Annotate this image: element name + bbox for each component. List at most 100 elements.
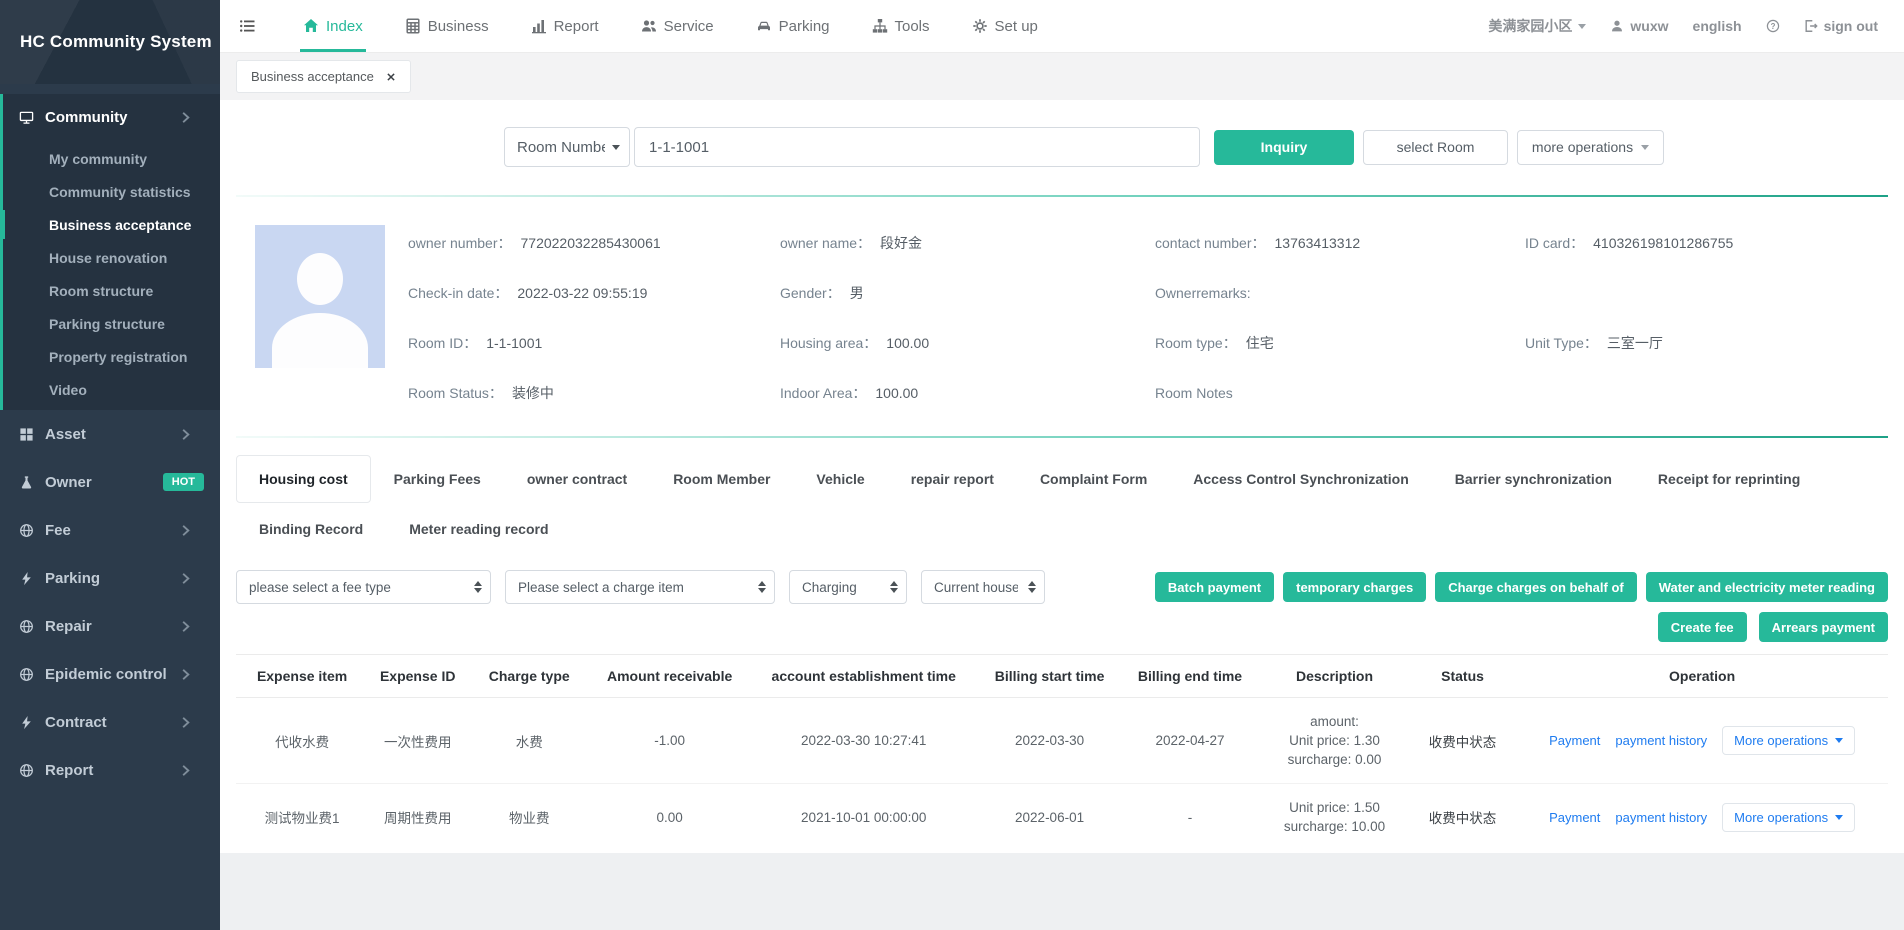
- sidebar-item-parking[interactable]: Parking: [0, 554, 220, 602]
- filter-select-please-select-a-fee-type[interactable]: please select a fee type: [236, 570, 491, 604]
- link-payment[interactable]: Payment: [1549, 733, 1600, 748]
- column-header-expense-id: Expense ID: [368, 655, 467, 698]
- field-label: contact number：: [1155, 235, 1266, 251]
- sidebar-item-label: Asset: [45, 426, 178, 443]
- operation-links: Payment payment history More operations: [1520, 726, 1884, 755]
- tab-complaint-form[interactable]: Complaint Form: [1017, 455, 1170, 503]
- home-icon: [303, 18, 319, 34]
- sidebar-item-house-renovation[interactable]: House renovation: [3, 241, 220, 274]
- top-nav-items: Index Business Report Service Parking Tools Se…: [300, 0, 1041, 52]
- sidebar-group-community: CommunityMy communityCommunity statistic…: [0, 94, 220, 410]
- sidebar-item-business-acceptance[interactable]: Business acceptance: [3, 208, 220, 241]
- filter-select-wrap: please select a fee type: [236, 570, 491, 604]
- owner-field-check-in-date: Check-in date：2022-03-22 09:55:19: [408, 283, 780, 303]
- tab-access-control-synchronization[interactable]: Access Control Synchronization: [1170, 455, 1431, 503]
- field-value: 100.00: [886, 335, 929, 351]
- owner-field-empty: [1525, 385, 1888, 401]
- select-room-button[interactable]: select Room: [1363, 130, 1508, 165]
- nav-item-tools[interactable]: Tools: [869, 0, 933, 52]
- tab-receipt-for-reprinting[interactable]: Receipt for reprinting: [1635, 455, 1823, 503]
- tab-vehicle[interactable]: Vehicle: [793, 455, 887, 503]
- sidebar-item-my-community[interactable]: My community: [3, 142, 220, 175]
- link-payment-history[interactable]: payment history: [1615, 810, 1707, 825]
- detail-tabs-row1: Housing costParking Feesowner contractRo…: [236, 455, 1888, 503]
- field-value: 装修中: [512, 385, 554, 401]
- sidebar-item-fee[interactable]: Fee: [0, 506, 220, 554]
- tab-owner-contract[interactable]: owner contract: [504, 455, 650, 503]
- signout-label: sign out: [1824, 18, 1878, 34]
- nav-item-service[interactable]: Service: [638, 0, 717, 52]
- more-operations-dropdown[interactable]: more operations: [1517, 130, 1664, 165]
- sidebar-item-owner[interactable]: OwnerHOT: [0, 458, 220, 506]
- inquiry-button[interactable]: Inquiry: [1214, 130, 1354, 165]
- button-charge-charges-on-behalf-of[interactable]: Charge charges on behalf of: [1435, 572, 1637, 602]
- tab-repair-report[interactable]: repair report: [888, 455, 1017, 503]
- community-selector[interactable]: 美满家园小区: [1488, 16, 1586, 36]
- tab-barrier-synchronization[interactable]: Barrier synchronization: [1432, 455, 1635, 503]
- nav-item-report[interactable]: Report: [528, 0, 602, 52]
- sidebar-item-report[interactable]: Report: [0, 746, 220, 794]
- tab-binding-record[interactable]: Binding Record: [236, 505, 386, 553]
- user-icon: [1610, 19, 1624, 33]
- nav-item-set-up[interactable]: Set up: [969, 0, 1041, 52]
- button-temporary-charges[interactable]: temporary charges: [1283, 572, 1426, 602]
- filter-select-current-house[interactable]: Current house: [921, 570, 1045, 604]
- description-line: surcharge: 0.00: [1264, 750, 1405, 769]
- nav-item-parking[interactable]: Parking: [753, 0, 833, 52]
- tab-parking-fees[interactable]: Parking Fees: [371, 455, 504, 503]
- owner-field-gender: Gender：男: [780, 283, 1155, 303]
- sidebar-item-repair[interactable]: Repair: [0, 602, 220, 650]
- search-type-select[interactable]: Room Number: [504, 127, 630, 167]
- sidebar-item-epidemic-control[interactable]: Epidemic control: [0, 650, 220, 698]
- sidebar-item-contract[interactable]: Contract: [0, 698, 220, 746]
- user-menu[interactable]: wuxw: [1610, 18, 1668, 34]
- link-payment-history[interactable]: payment history: [1615, 733, 1707, 748]
- caret-down-icon: [1835, 815, 1843, 820]
- more-operations-button[interactable]: More operations: [1722, 726, 1855, 755]
- owner-field-room-notes: Room Notes: [1155, 385, 1525, 401]
- nav-item-index[interactable]: Index: [300, 0, 366, 52]
- filter-select-charging[interactable]: Charging: [789, 570, 907, 604]
- flask-icon: [19, 475, 34, 490]
- field-label: owner name：: [780, 235, 871, 251]
- description-line: surcharge: 10.00: [1264, 817, 1405, 836]
- cell-operation: Payment payment history More operations: [1516, 698, 1888, 784]
- field-value: 410326198101286755: [1593, 235, 1733, 251]
- room-search-input[interactable]: [634, 127, 1200, 167]
- more-operations-button[interactable]: More operations: [1722, 803, 1855, 832]
- button-create-fee[interactable]: Create fee: [1658, 612, 1747, 642]
- chevron-right-icon: [178, 619, 193, 634]
- sidebar-item-label: Contract: [45, 714, 178, 731]
- language-switcher[interactable]: english: [1693, 18, 1742, 34]
- sidebar-item-parking-structure[interactable]: Parking structure: [3, 307, 220, 340]
- menu-toggle-icon[interactable]: [236, 18, 258, 34]
- sidebar-item-asset[interactable]: Asset: [0, 410, 220, 458]
- nav-item-business[interactable]: Business: [402, 0, 492, 52]
- filter-select-please-select-a-charge-item[interactable]: Please select a charge item: [505, 570, 775, 604]
- field-label: Unit Type：: [1525, 335, 1598, 351]
- table-header-row: Expense itemExpense IDCharge typeAmount …: [236, 655, 1888, 698]
- field-value: 772022032285430061: [521, 235, 661, 251]
- button-water-and-electricity-meter-reading[interactable]: Water and electricity meter reading: [1646, 572, 1888, 602]
- monitor-icon: [19, 110, 34, 125]
- action-buttons-row2: Create fee Arrears payment: [236, 612, 1888, 642]
- tab-room-member[interactable]: Room Member: [650, 455, 793, 503]
- cell-status: 收费中状态: [1409, 784, 1516, 851]
- button-arrears-payment[interactable]: Arrears payment: [1759, 612, 1888, 642]
- sidebar-item-property-registration[interactable]: Property registration: [3, 340, 220, 373]
- sidebar-item-label: Report: [45, 762, 178, 779]
- top-navbar: Index Business Report Service Parking Tools Se…: [220, 0, 1904, 53]
- sidebar-item-label: Owner: [45, 474, 163, 491]
- sidebar-item-video[interactable]: Video: [3, 373, 220, 406]
- link-payment[interactable]: Payment: [1549, 810, 1600, 825]
- button-batch-payment[interactable]: Batch payment: [1155, 572, 1274, 602]
- sidebar-item-community[interactable]: Community: [3, 94, 220, 140]
- sidebar-item-community-statistics[interactable]: Community statistics: [3, 175, 220, 208]
- users-icon: [641, 18, 657, 34]
- tab-housing-cost[interactable]: Housing cost: [236, 455, 371, 503]
- tab-business-acceptance[interactable]: Business acceptance: [236, 60, 411, 93]
- tab-meter-reading-record[interactable]: Meter reading record: [386, 505, 571, 553]
- sidebar-item-room-structure[interactable]: Room structure: [3, 274, 220, 307]
- signout-button[interactable]: sign out: [1804, 18, 1878, 34]
- help-button[interactable]: [1766, 19, 1780, 33]
